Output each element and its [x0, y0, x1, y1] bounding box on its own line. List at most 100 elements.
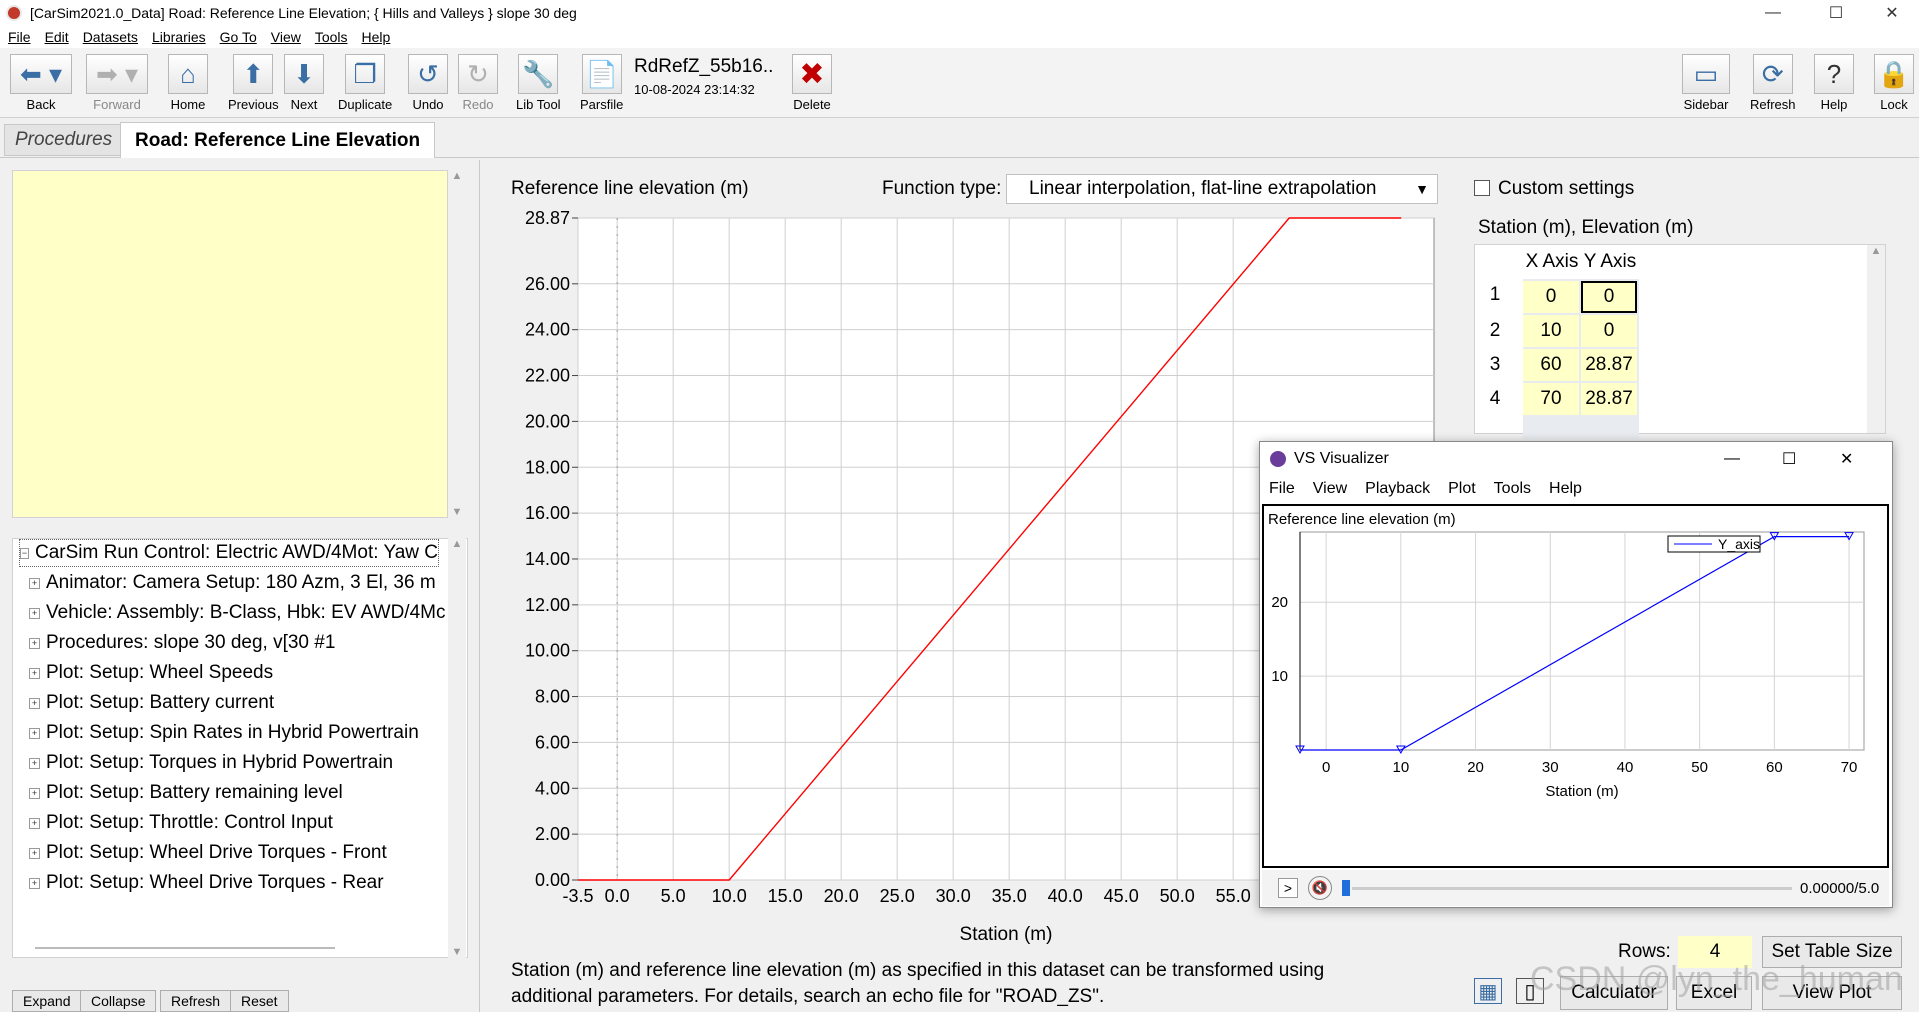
expand-icon[interactable]: + [29, 637, 40, 649]
menu-file[interactable]: File [8, 29, 31, 45]
viz-menu-playback[interactable]: Playback [1365, 480, 1430, 498]
viz-menu-plot[interactable]: Plot [1448, 480, 1476, 498]
sidebar-icon: ▭ [1682, 54, 1730, 94]
visualizer-maximize-icon[interactable]: ☐ [1782, 449, 1796, 469]
x-tick-label: 5.0 [661, 886, 686, 906]
menu-edit[interactable]: Edit [45, 29, 69, 45]
table-view-icon[interactable]: ▦ [1474, 978, 1502, 1004]
refresh-tree-button[interactable]: Refresh [160, 990, 232, 1012]
tree-item[interactable]: + Plot: Setup: Wheel Drive Torques - Rear [29, 869, 384, 897]
tree-scrollbar[interactable]: ▲ ▼ [448, 538, 466, 958]
viz-menu-tools[interactable]: Tools [1494, 480, 1531, 498]
expand-icon[interactable]: + [29, 667, 40, 679]
expand-icon[interactable]: + [29, 577, 40, 589]
menu-tools[interactable]: Tools [315, 29, 348, 45]
undo-button[interactable]: ↺ Undo [408, 54, 448, 112]
next-button[interactable]: ⬇ Next [284, 54, 324, 112]
back-button[interactable]: ⬅ ▾ Back [10, 54, 72, 112]
function-type-select[interactable]: Linear interpolation, flat-line extrapol… [1006, 174, 1438, 204]
expand-button[interactable]: Expand [12, 990, 82, 1012]
sidebar-button[interactable]: ▭ Sidebar [1682, 54, 1730, 112]
row-number: 4 [1489, 388, 1501, 409]
table-cell[interactable]: 60 [1523, 349, 1579, 381]
expand-icon[interactable]: + [29, 607, 40, 619]
tree-item[interactable]: + Plot: Setup: Wheel Speeds [29, 659, 273, 687]
mute-icon[interactable]: 🔇 [1308, 876, 1332, 900]
menu-datasets[interactable]: Datasets [83, 29, 138, 45]
table-cell[interactable]: 10 [1523, 315, 1579, 347]
viz-menu-help[interactable]: Help [1549, 480, 1582, 498]
time-slider-handle[interactable] [1342, 880, 1350, 896]
home-button[interactable]: ⌂ Home [168, 54, 208, 112]
custom-settings-checkbox[interactable] [1474, 180, 1490, 196]
expand-icon[interactable]: + [29, 817, 40, 829]
menu-goto[interactable]: Go To [220, 29, 257, 45]
viz-menu-file[interactable]: File [1269, 480, 1295, 498]
expand-icon[interactable]: + [29, 727, 40, 739]
tree-hscrollbar[interactable] [35, 947, 335, 949]
delete-button[interactable]: ✖ Delete [792, 54, 832, 112]
duplicate-button[interactable]: ❐ Duplicate [338, 54, 392, 112]
visualizer-app-icon [1270, 451, 1286, 467]
libtool-button[interactable]: 🔧 Lib Tool [516, 54, 561, 112]
collapse-icon[interactable]: − [20, 547, 30, 559]
tree-item[interactable]: + Animator: Camera Setup: 180 Azm, 3 El, … [29, 569, 436, 597]
viz-menu-view[interactable]: View [1313, 480, 1347, 498]
expand-icon[interactable]: + [29, 787, 40, 799]
visualizer-close-icon[interactable]: ✕ [1840, 449, 1853, 469]
visualizer-minimize-icon[interactable]: — [1724, 450, 1740, 468]
viz-x-tick-label: 40 [1617, 759, 1634, 776]
table-cell[interactable]: 0 [1581, 315, 1637, 347]
help-button[interactable]: ? Help [1814, 54, 1854, 112]
expand-icon[interactable]: + [29, 757, 40, 769]
table-scrollbar[interactable]: ▲ [1867, 245, 1885, 433]
custom-settings-label: Custom settings [1498, 178, 1635, 199]
minimize-icon[interactable]: — [1745, 0, 1801, 26]
previous-button[interactable]: ⬆ Previous [228, 54, 279, 112]
y-tick-label: 24.00 [525, 320, 570, 340]
tree-item[interactable]: − CarSim Run Control: Electric AWD/4Mot: … [19, 539, 439, 567]
table-cell[interactable]: 28.87 [1581, 349, 1637, 381]
tree-item[interactable]: + Plot: Setup: Battery remaining level [29, 779, 343, 807]
expand-icon[interactable]: + [29, 697, 40, 709]
forward-button[interactable]: ➡ ▾ Forward [86, 54, 148, 112]
tab-procedures[interactable]: Procedures [4, 124, 124, 156]
parsfile-button[interactable]: 📄 Parsfile [580, 54, 623, 112]
expand-icon[interactable]: + [29, 877, 40, 889]
menu-help[interactable]: Help [362, 29, 391, 45]
expand-icon[interactable]: + [29, 847, 40, 859]
tab-current[interactable]: Road: Reference Line Elevation [120, 122, 436, 158]
tree-item[interactable]: + Procedures: slope 30 deg, v[30 #1 [29, 629, 335, 657]
maximize-icon[interactable]: ☐ [1808, 0, 1864, 26]
tree-item[interactable]: + Plot: Setup: Throttle: Control Input [29, 809, 333, 837]
x-tick-label: 20.0 [824, 886, 859, 906]
collapse-button[interactable]: Collapse [80, 990, 157, 1012]
col-header-x: X Axis [1525, 251, 1579, 272]
table-cell[interactable]: 0 [1581, 281, 1637, 313]
tree-item[interactable]: + Plot: Setup: Battery current [29, 689, 274, 717]
notes-field[interactable] [12, 170, 448, 518]
play-button[interactable]: > [1278, 878, 1298, 898]
close-icon[interactable]: ✕ [1864, 0, 1919, 26]
redo-button[interactable]: ↻ Redo [458, 54, 498, 112]
y-tick-label: 20.00 [525, 411, 570, 431]
notes-scrollbar[interactable]: ▲ ▼ [448, 170, 466, 518]
tree-item[interactable]: + Plot: Setup: Spin Rates in Hybrid Power… [29, 719, 419, 747]
viz-x-tick-label: 0 [1322, 759, 1330, 776]
description-text: Station (m) and reference line elevation… [511, 960, 1325, 1007]
time-slider-track[interactable] [1352, 886, 1792, 890]
table-cell[interactable]: 28.87 [1581, 383, 1637, 415]
reset-button[interactable]: Reset [230, 990, 289, 1012]
tree-item[interactable]: + Plot: Setup: Wheel Drive Torques - Fron… [29, 839, 387, 867]
tree-item[interactable]: + Vehicle: Assembly: B-Class, Hbk: EV AWD… [29, 599, 445, 627]
row-number: 3 [1489, 354, 1501, 375]
x-tick-label: 35.0 [992, 886, 1027, 906]
table-cell[interactable]: 0 [1523, 281, 1579, 313]
tree-item[interactable]: + Plot: Setup: Torques in Hybrid Powertra… [29, 749, 393, 777]
lock-button[interactable]: 🔒 Lock [1874, 54, 1914, 112]
vs-visualizer-window: VS Visualizer — ☐ ✕ File View Playback P… [1259, 441, 1893, 908]
refresh-button[interactable]: ⟳ Refresh [1750, 54, 1796, 112]
menu-view[interactable]: View [271, 29, 301, 45]
table-cell[interactable]: 70 [1523, 383, 1579, 415]
menu-libraries[interactable]: Libraries [152, 29, 206, 45]
